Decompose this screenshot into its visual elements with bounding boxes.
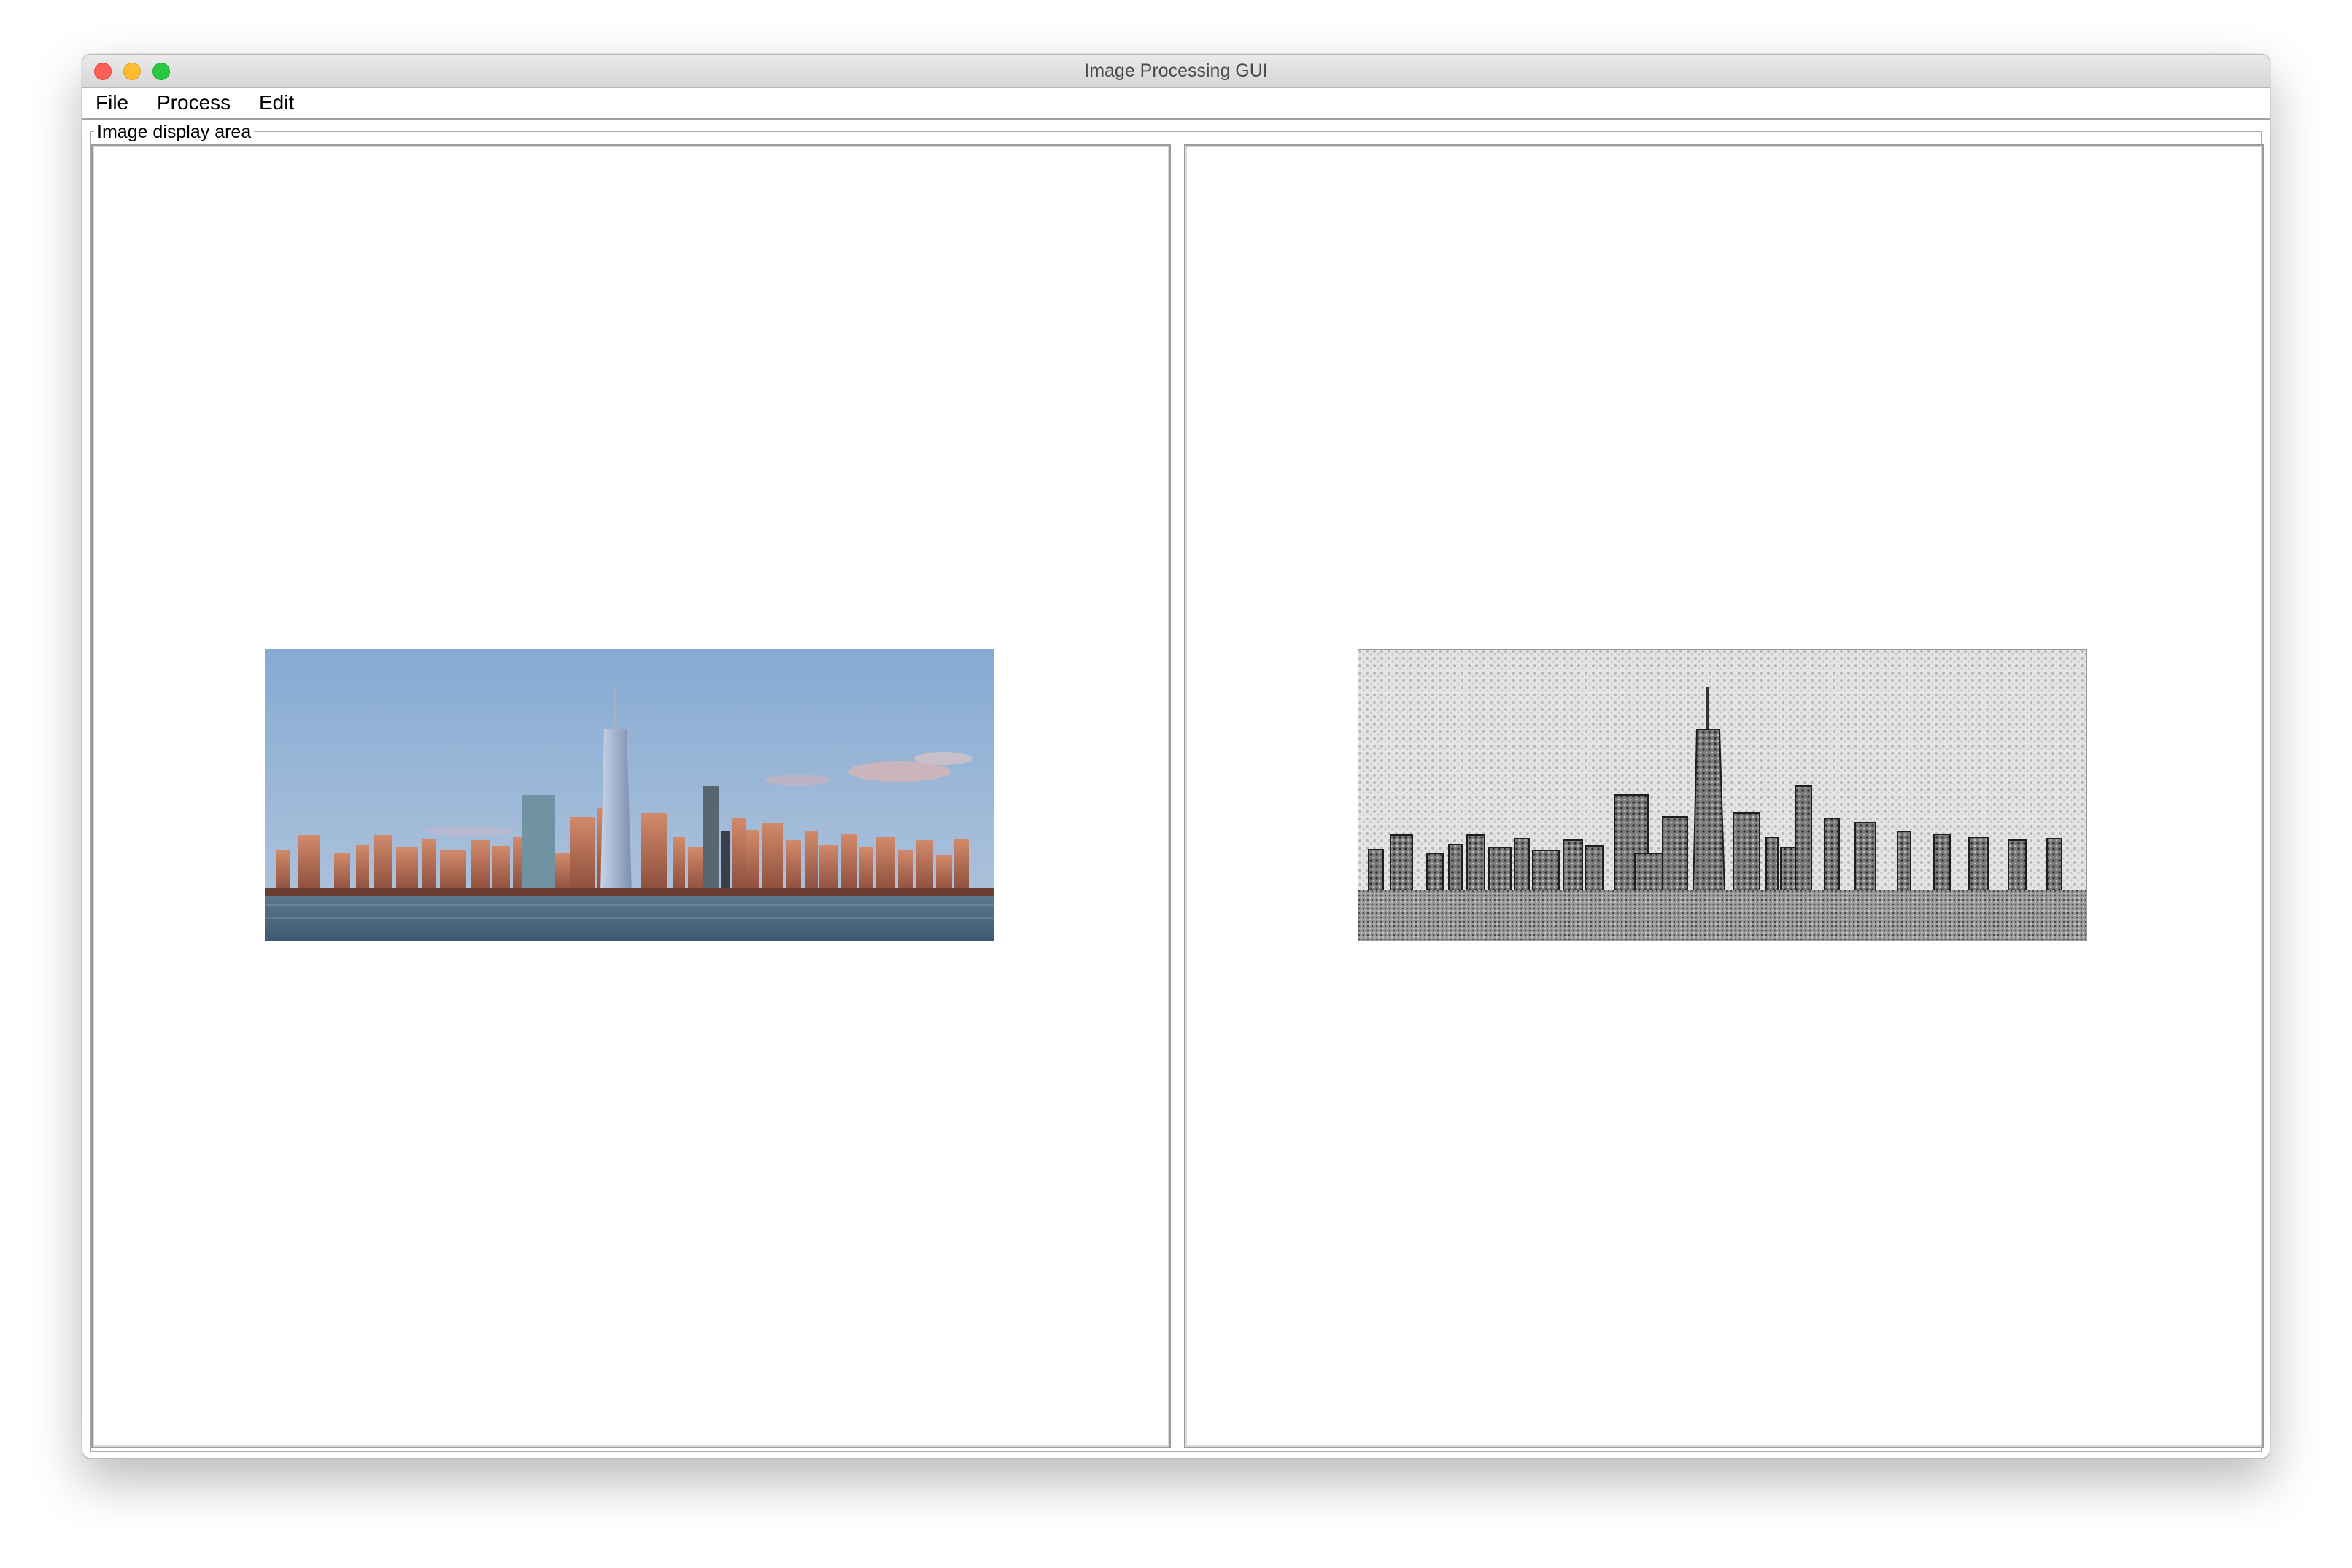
processed-image-panel[interactable]	[1184, 144, 2264, 1448]
menu-edit[interactable]: Edit	[255, 88, 298, 118]
image-display-area-label: Image display area	[94, 120, 255, 144]
skyline-processed-photo-icon	[1358, 649, 2087, 941]
original-skyline-image	[265, 649, 994, 941]
app-window: Image Processing GUI File Process Edit I…	[82, 54, 2270, 1459]
image-display-area: Image display area	[82, 120, 2270, 1458]
menu-bar: File Process Edit	[82, 88, 2270, 120]
window-title: Image Processing GUI	[1084, 61, 1268, 81]
title-bar[interactable]: Image Processing GUI	[82, 55, 2270, 88]
processed-skyline-image	[1358, 649, 2087, 941]
menu-process[interactable]: Process	[152, 88, 235, 118]
original-image-panel[interactable]	[91, 144, 1171, 1448]
menu-file[interactable]: File	[91, 88, 133, 118]
skyline-photo-icon	[265, 649, 994, 941]
